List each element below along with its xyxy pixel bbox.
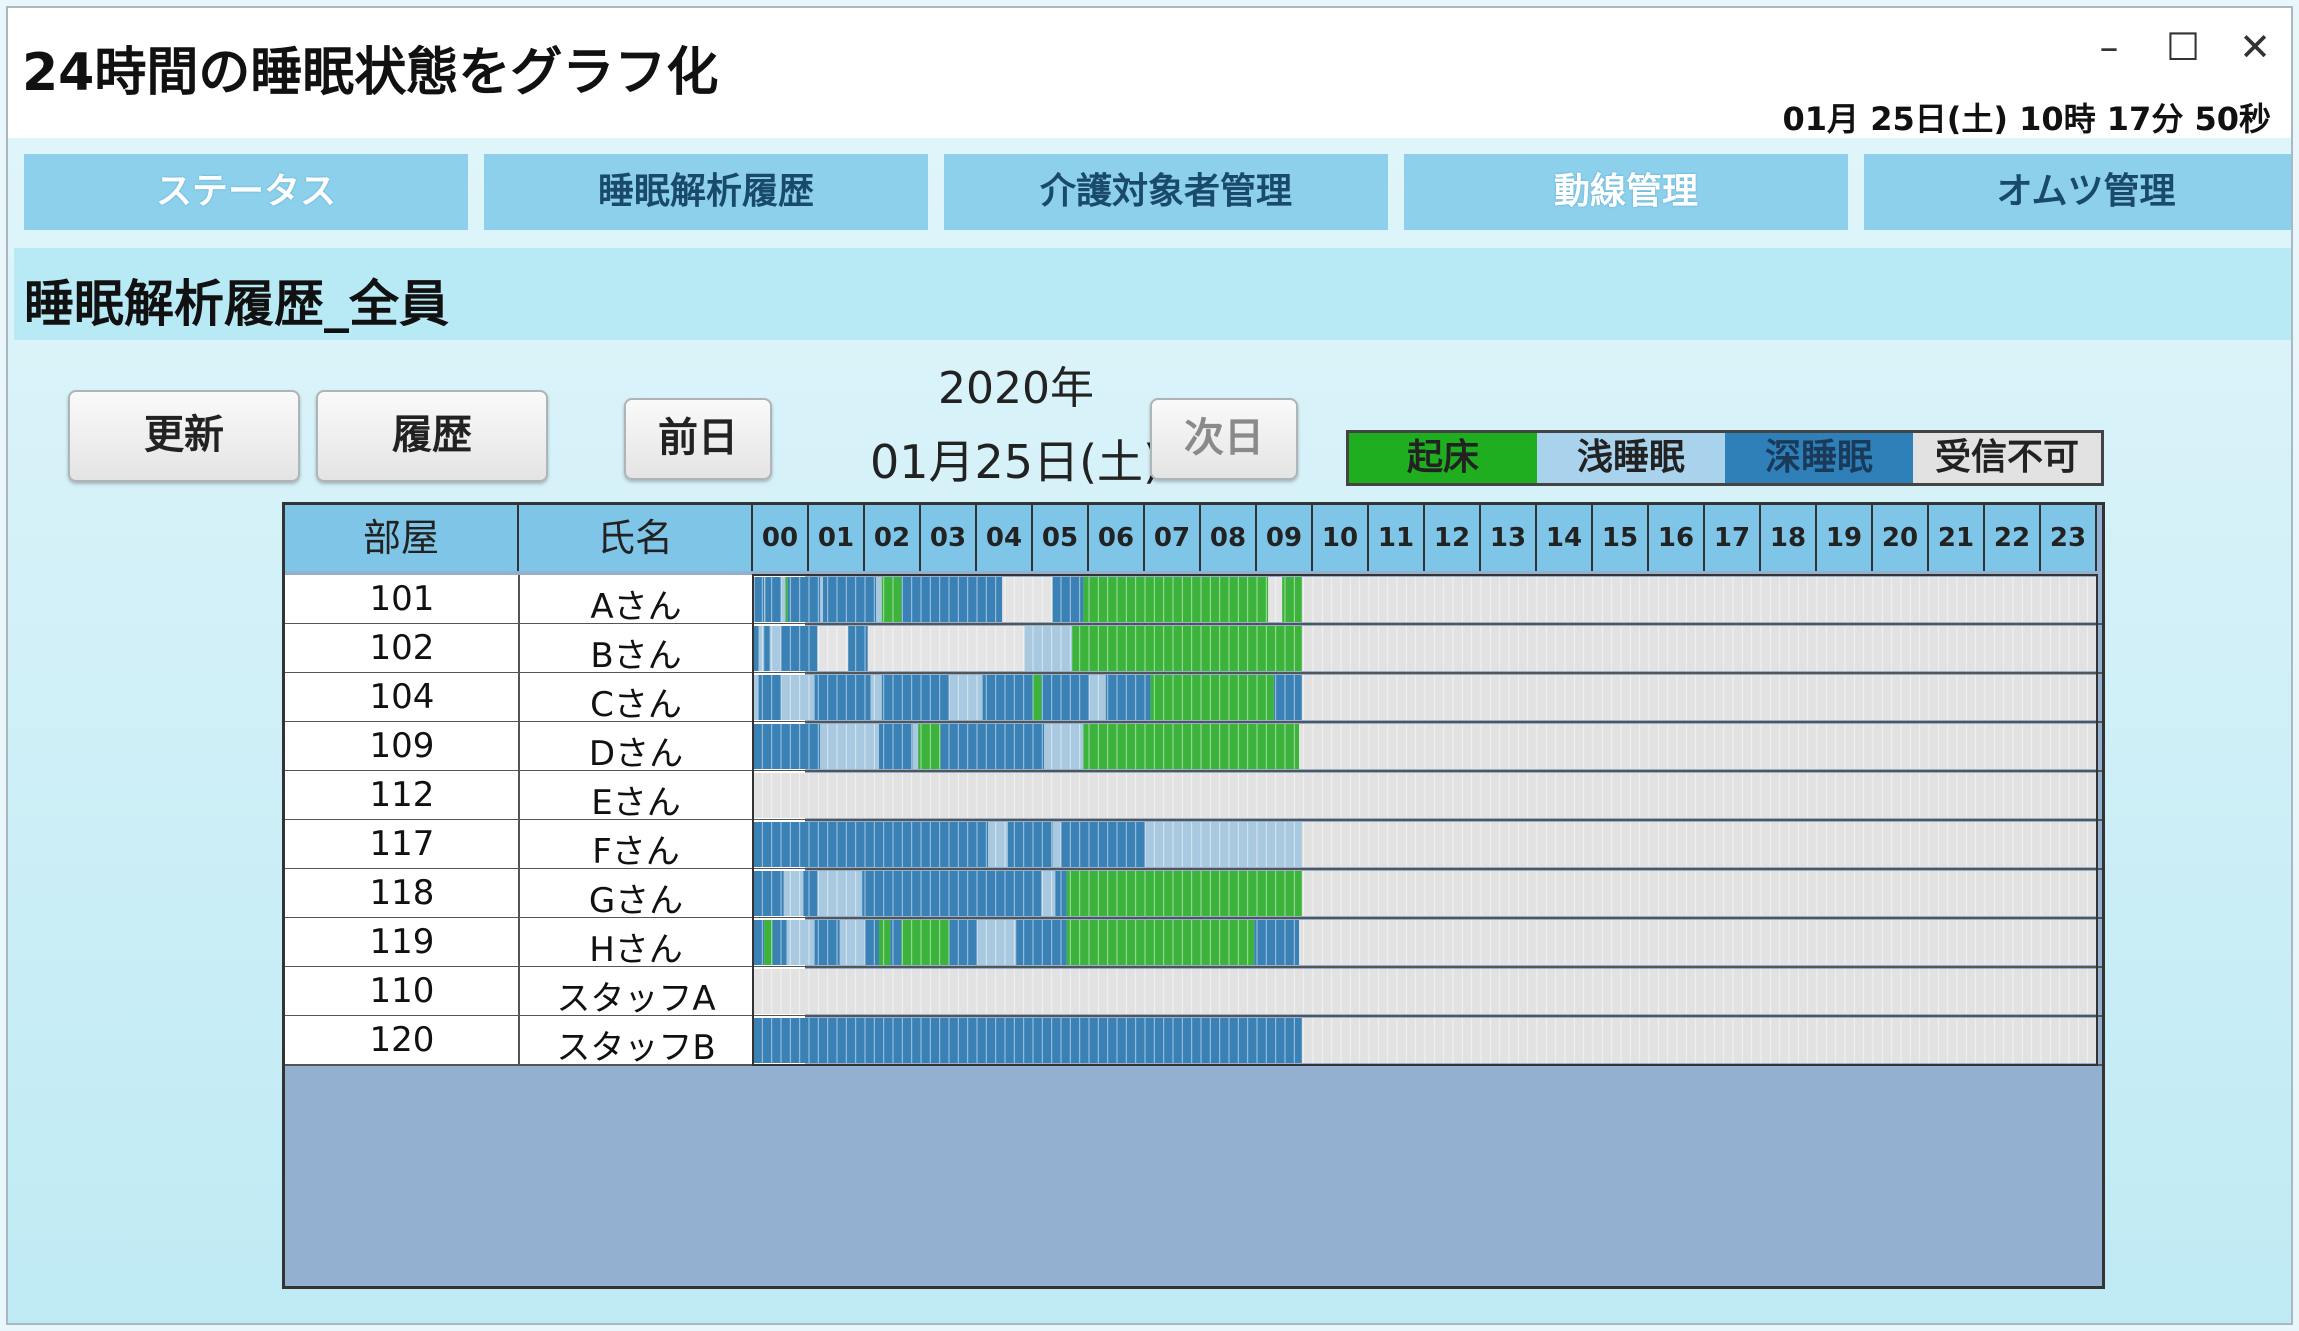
light-sleep-segment: [783, 871, 804, 916]
light-sleep-segment: [1089, 675, 1106, 720]
deep-sleep-segment: [772, 920, 787, 965]
no-signal-segment: [1002, 577, 1053, 622]
tab-movement[interactable]: 動線管理: [1404, 154, 1848, 230]
deep-sleep-segment: [1061, 822, 1145, 867]
year-label: 2020年: [938, 363, 1094, 414]
light-sleep-segment: [781, 577, 786, 622]
no-signal-segment: [817, 626, 849, 671]
light-sleep-segment: [764, 577, 766, 622]
date-label: 01月25日(土): [870, 435, 1161, 489]
app-window: 24時間の睡眠状態をグラフ化 – ☐ ✕ 01月 25日(土) 10時 17分 …: [6, 6, 2293, 1325]
page-title: 睡眠解析履歴_全員: [24, 275, 449, 333]
light-sleep-segment: [1145, 822, 1302, 867]
deep-sleep-segment: [901, 577, 1003, 622]
deep-sleep-segment: [1052, 577, 1084, 622]
prev-day-button[interactable]: 前日: [624, 398, 772, 480]
legend: 起床 浅睡眠 深睡眠 受信不可: [1346, 430, 2104, 486]
awake-segment: [1033, 675, 1042, 720]
legend-deep-sleep: 深睡眠: [1725, 433, 1913, 483]
awake-segment: [881, 577, 902, 622]
awake-segment: [918, 724, 941, 769]
deep-sleep-segment: [881, 675, 949, 720]
minimize-icon[interactable]: –: [2079, 22, 2139, 72]
deep-sleep-segment: [753, 724, 821, 769]
sleep-grid: 部屋 氏名 00 01 02 03 04 05 06 07 08 09 10 11 12 13 14 15 16…: [282, 502, 2105, 1289]
legend-light-sleep: 浅睡眠: [1537, 433, 1725, 483]
deep-sleep-segment: [803, 871, 818, 916]
deep-sleep-segment: [890, 920, 902, 965]
awake-segment: [879, 920, 891, 965]
light-sleep-segment: [1024, 626, 1073, 671]
light-sleep-segment: [949, 675, 983, 720]
close-icon[interactable]: ✕: [2225, 22, 2285, 72]
deep-sleep-segment: [764, 626, 770, 671]
tab-diaper[interactable]: オムツ管理: [1864, 154, 2291, 230]
deep-sleep-segment: [753, 871, 784, 916]
deep-sleep-segment: [1041, 675, 1089, 720]
deep-sleep-segment: [1105, 675, 1151, 720]
window-title: 24時間の睡眠状態をグラフ化: [22, 43, 719, 103]
tab-sleep-history[interactable]: 睡眠解析履歴: [484, 154, 928, 230]
deep-sleep-segment: [982, 675, 1033, 720]
deep-sleep-segment: [765, 577, 781, 622]
history-button[interactable]: 履歴: [316, 390, 548, 482]
next-day-button[interactable]: 次日: [1150, 398, 1298, 480]
legend-no-signal: 受信不可: [1913, 433, 2101, 483]
light-sleep-segment: [870, 675, 882, 720]
tab-status[interactable]: ステータス: [24, 154, 468, 230]
light-sleep-segment: [781, 675, 815, 720]
awake-segment: [1083, 577, 1269, 622]
awake-segment: [1066, 920, 1255, 965]
no-signal-segment: [867, 626, 1025, 671]
awake-segment: [901, 920, 949, 965]
light-sleep-segment: [820, 724, 879, 769]
deep-sleep-segment: [949, 920, 977, 965]
deep-sleep-segment: [1273, 675, 1302, 720]
awake-segment: [1072, 626, 1302, 671]
light-sleep-segment: [839, 920, 865, 965]
legend-awake: 起床: [1349, 433, 1537, 483]
light-sleep-segment: [876, 577, 882, 622]
tab-bar: ステータス 睡眠解析履歴 介護対象者管理 動線管理 オムツ管理: [18, 154, 2291, 232]
refresh-button[interactable]: 更新: [68, 390, 300, 482]
light-sleep-segment: [820, 577, 823, 622]
deep-sleep-segment: [823, 577, 877, 622]
deep-sleep-segment: [753, 822, 989, 867]
light-sleep-segment: [912, 724, 919, 769]
sleep-timeline: [752, 574, 2098, 1066]
deep-sleep-segment: [787, 577, 821, 622]
deep-sleep-segment: [940, 724, 1045, 769]
awake-segment: [1150, 675, 1274, 720]
section-header: 睡眠解析履歴_全員: [14, 248, 2291, 340]
deep-sleep-segment: [865, 920, 879, 965]
light-sleep-segment: [977, 920, 1017, 965]
clock-display: 01月 25日(土) 10時 17分 50秒: [1782, 100, 2271, 138]
light-sleep-segment: [1041, 871, 1056, 916]
deep-sleep-segment: [814, 675, 871, 720]
maximize-icon[interactable]: ☐: [2153, 22, 2213, 72]
light-sleep-segment: [1044, 724, 1084, 769]
awake-segment: [785, 577, 788, 622]
light-sleep-segment: [1052, 822, 1061, 867]
deep-sleep-segment: [1254, 920, 1299, 965]
light-sleep-segment: [758, 626, 765, 671]
tab-care-recipient[interactable]: 介護対象者管理: [944, 154, 1388, 230]
